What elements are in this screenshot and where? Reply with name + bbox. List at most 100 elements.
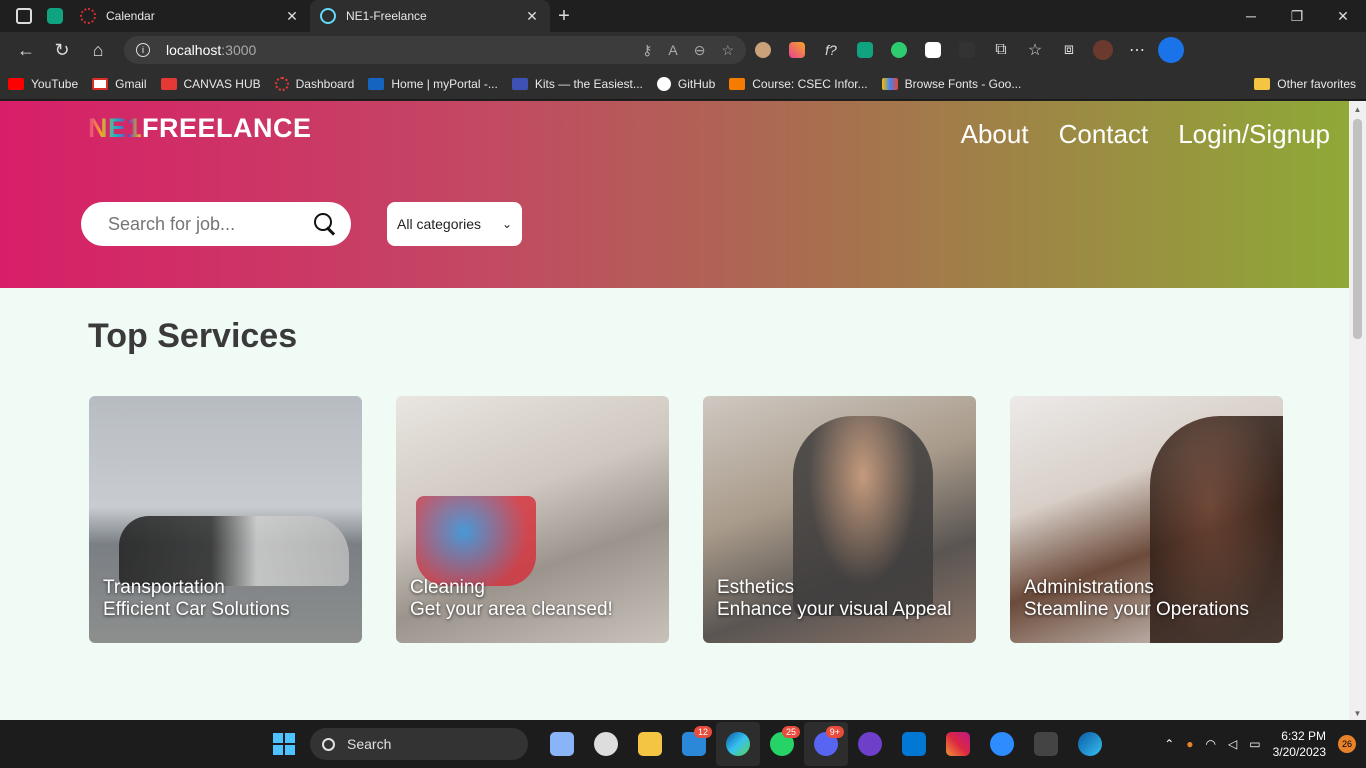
scrollbar-thumb[interactable] [1353, 119, 1362, 339]
volume-icon[interactable]: ◁ [1228, 737, 1237, 751]
service-title: Administrations [1024, 577, 1154, 598]
nav-about[interactable]: About [961, 119, 1029, 150]
tab-title: Calendar [106, 9, 155, 23]
extension-chatgpt-icon[interactable] [848, 32, 882, 68]
site-logo[interactable]: NE1 FREELANCE [88, 113, 312, 144]
back-button[interactable]: ← [8, 32, 44, 68]
service-card-transportation[interactable]: Transportation Efficient Car Solutions [89, 396, 362, 643]
other-favorites[interactable]: Other favorites [1254, 77, 1356, 91]
site-info-icon[interactable]: i [136, 43, 150, 57]
tab-pinned-chatgpt[interactable] [40, 0, 70, 32]
bookmark-label: CANVAS HUB [183, 76, 261, 91]
new-tab-button[interactable]: + [550, 5, 578, 28]
service-card-esthetics[interactable]: Esthetics Enhance your visual Appeal [703, 396, 976, 643]
nav-contact[interactable]: Contact [1059, 119, 1149, 150]
address-bar[interactable]: i localhost :3000 ⚷ A ⊖ ☆ [124, 36, 746, 64]
close-tab-icon[interactable]: ✕ [524, 8, 540, 25]
discord-icon[interactable]: 9+ [804, 722, 848, 766]
scroll-down-icon[interactable]: ▼ [1349, 709, 1366, 718]
battery-icon[interactable]: ▭ [1249, 737, 1260, 751]
add-favorite-icon[interactable]: ☆ [721, 42, 734, 59]
tab-title: NE1-Freelance [346, 9, 427, 23]
profile-avatar[interactable] [1086, 32, 1120, 68]
main-nav: About Contact Login/Signup [961, 119, 1330, 150]
vscode-icon[interactable] [892, 722, 936, 766]
windows-taskbar: Search 12 25 9+ ⌃ ● ◠ ◁ ▭ 6:32 PM 3/20/2… [0, 720, 1366, 768]
service-cards: Transportation Efficient Car Solutions C… [89, 396, 1283, 643]
close-tab-icon[interactable]: ✕ [284, 8, 300, 25]
extension-fonts-icon[interactable]: f? [814, 32, 848, 68]
extension-owl-icon[interactable] [746, 32, 780, 68]
browser-toolbar: ← ↻ ⌂ i localhost :3000 ⚷ A ⊖ ☆ f? ⧉ ☆ ⧈… [0, 32, 1366, 68]
extension-check-icon[interactable] [882, 32, 916, 68]
instagram-icon[interactable] [936, 722, 980, 766]
file-explorer-icon[interactable] [628, 722, 672, 766]
microphone-icon[interactable]: ● [1186, 737, 1193, 751]
home-button[interactable]: ⌂ [80, 32, 116, 68]
gmail-icon [92, 77, 109, 90]
service-caption: Transportation Efficient Car Solutions [103, 577, 290, 621]
github-desktop-icon[interactable] [848, 722, 892, 766]
zoom-icon[interactable] [980, 722, 1024, 766]
job-search-input[interactable] [108, 213, 298, 235]
task-manager-icon[interactable] [540, 722, 584, 766]
favorites-icon[interactable]: ☆ [1018, 32, 1052, 68]
tab-calendar[interactable]: Calendar ✕ [70, 0, 310, 32]
search-icon[interactable] [313, 212, 337, 236]
extension-b-icon[interactable] [916, 32, 950, 68]
bookmark-label: Kits — the Easiest... [534, 76, 643, 91]
other-favorites-label: Other favorites [1277, 76, 1356, 91]
youtube-icon [8, 77, 24, 90]
scroll-up-icon[interactable]: ▲ [1349, 105, 1366, 114]
key-icon[interactable]: ⚷ [642, 42, 652, 59]
wifi-icon[interactable]: ◠ [1206, 737, 1216, 751]
start-windows-icon[interactable] [268, 728, 300, 760]
bookmarks-bar: YouTube Gmail CANVAS HUB Dashboard Home … [0, 68, 1366, 100]
edge-dev-icon[interactable] [1068, 722, 1112, 766]
bookmark-dashboard[interactable]: Dashboard [274, 76, 354, 91]
refresh-button[interactable]: ↻ [44, 32, 80, 68]
category-select[interactable]: All categories ⌄ [387, 202, 522, 246]
bing-icon[interactable] [1154, 32, 1188, 68]
more-menu-icon[interactable]: ⋯ [1120, 32, 1154, 68]
service-card-administrations[interactable]: Administrations Steamline your Operation… [1010, 396, 1283, 643]
minimize-button[interactable]: ─ [1228, 0, 1274, 32]
extension-pen-icon[interactable] [780, 32, 814, 68]
page-viewport: NE1 FREELANCE About Contact Login/Signup … [0, 101, 1366, 720]
terminal-icon[interactable] [1024, 722, 1068, 766]
calendar-favicon-icon [80, 8, 96, 24]
zoom-icon[interactable]: ⊖ [694, 42, 706, 59]
extension-hidden-icon[interactable] [950, 32, 984, 68]
bookmark-myportal[interactable]: Home | myPortal -... [368, 77, 498, 91]
bookmark-label: Browse Fonts - Goo... [904, 76, 1022, 91]
edge-icon[interactable] [716, 722, 760, 766]
category-selected-value: All categories [397, 216, 482, 232]
service-card-cleaning[interactable]: Cleaning Get your area cleansed! [396, 396, 669, 643]
bookmark-google-fonts[interactable]: Browse Fonts - Goo... [881, 76, 1022, 91]
mail-icon[interactable]: 12 [672, 722, 716, 766]
bookmark-github[interactable]: GitHub [656, 76, 715, 91]
obs-icon[interactable] [584, 722, 628, 766]
bookmark-kits[interactable]: Kits — the Easiest... [511, 76, 643, 91]
taskbar-search[interactable]: Search [310, 728, 528, 760]
whatsapp-icon[interactable]: 25 [760, 722, 804, 766]
url-host: localhost [166, 42, 222, 58]
bookmark-gmail[interactable]: Gmail [92, 77, 147, 91]
system-clock[interactable]: 6:32 PM 3/20/2023 [1273, 728, 1326, 760]
read-aloud-icon[interactable]: A [668, 42, 677, 59]
bookmark-csec-course[interactable]: Course: CSEC Infor... [729, 77, 868, 91]
canvas-hub-icon [160, 77, 177, 90]
bookmark-youtube[interactable]: YouTube [8, 77, 78, 91]
show-hidden-icons-icon[interactable]: ⌃ [1164, 737, 1174, 751]
extensions-puzzle-icon[interactable]: ⧉ [984, 32, 1018, 68]
nav-login-signup[interactable]: Login/Signup [1178, 119, 1330, 150]
bookmark-canvas-hub[interactable]: CANVAS HUB [160, 76, 261, 91]
tab-actions-icon[interactable] [16, 8, 32, 24]
restore-button[interactable]: ❐ [1274, 0, 1320, 32]
collections-icon[interactable]: ⧈ [1052, 32, 1086, 68]
close-window-button[interactable]: ✕ [1320, 0, 1366, 32]
bookmark-label: YouTube [31, 76, 79, 91]
notification-badge[interactable]: 26 [1338, 735, 1356, 753]
page-scrollbar[interactable]: ▲ ▼ [1349, 101, 1366, 720]
tab-ne1-freelance[interactable]: NE1-Freelance ✕ [310, 0, 550, 32]
